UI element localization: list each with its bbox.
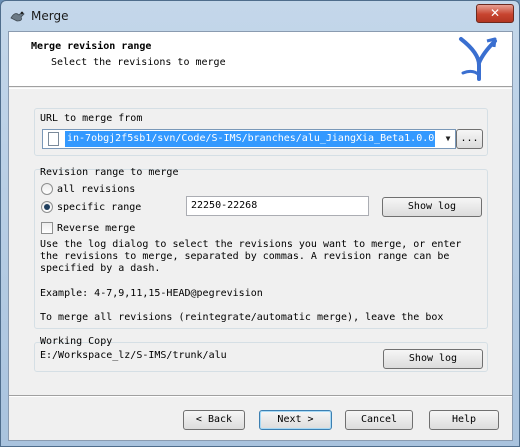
all-revisions-label[interactable]: all revisions [57, 184, 135, 195]
dialog-body: Merge revision range Select the revision… [8, 31, 513, 441]
page-title: Merge revision range [31, 41, 152, 52]
show-log-range-button[interactable]: Show log [382, 197, 482, 217]
page-subtitle: Select the revisions to merge [51, 57, 226, 68]
header-separator [9, 88, 512, 89]
specific-range-radio[interactable] [41, 201, 53, 213]
close-button[interactable]: ✕ [476, 4, 514, 23]
merge-logo-icon [459, 37, 497, 81]
working-copy-label: Working Copy [40, 336, 113, 347]
back-button[interactable]: < Back [183, 410, 245, 430]
next-button-label: Next [277, 414, 302, 425]
chevron-left-icon: < [195, 414, 202, 425]
all-revisions-radio[interactable] [41, 183, 53, 195]
reverse-merge-checkbox[interactable] [41, 222, 53, 234]
reverse-merge-label[interactable]: Reverse merge [57, 223, 135, 234]
chevron-right-icon: > [307, 414, 314, 425]
title-bar[interactable]: Merge ✕ [1, 1, 519, 31]
revision-range-input[interactable]: 22250-22268 [186, 196, 369, 216]
url-value: in-7obgj2f5sb1/svn/Code/S-IMS/branches/a… [65, 131, 435, 147]
url-group-label: URL to merge from [40, 113, 143, 124]
cancel-button[interactable]: Cancel [345, 410, 413, 430]
working-copy-path: E:/Workspace_lz/S-IMS/trunk/alu [40, 350, 227, 361]
help-line: Use the log dialog to select the revisio… [40, 239, 462, 250]
file-icon [48, 132, 59, 146]
close-icon: ✕ [489, 6, 501, 20]
browse-button[interactable]: ... [456, 129, 483, 149]
specific-range-label[interactable]: specific range [57, 202, 141, 213]
next-button[interactable]: Next > [259, 410, 332, 430]
help-line: specified by a dash. [40, 263, 161, 274]
chevron-down-icon[interactable]: ▼ [441, 130, 455, 148]
help-button[interactable]: Help [429, 410, 499, 430]
merge-dialog: Merge ✕ Merge revision range Select the … [0, 0, 520, 447]
help-line: the revisions to merge, separated by com… [40, 251, 450, 262]
window-title: Merge [31, 9, 69, 23]
footer-separator [9, 395, 512, 397]
url-combobox[interactable]: in-7obgj2f5sb1/svn/Code/S-IMS/branches/a… [42, 129, 456, 149]
revision-range-label: Revision range to merge [40, 167, 179, 178]
back-button-label: Back [207, 414, 233, 425]
show-log-working-copy-button[interactable]: Show log [383, 349, 483, 369]
range-example-text: Example: 4-7,9,11,15-HEAD@pegrevision [40, 288, 263, 299]
range-help-text: Use the log dialog to select the revisio… [40, 239, 480, 275]
wizard-header: Merge revision range Select the revision… [9, 32, 512, 87]
tortoisesvn-icon [10, 11, 25, 22]
range-note-text: To merge all revisions (reintegrate/auto… [40, 312, 444, 323]
